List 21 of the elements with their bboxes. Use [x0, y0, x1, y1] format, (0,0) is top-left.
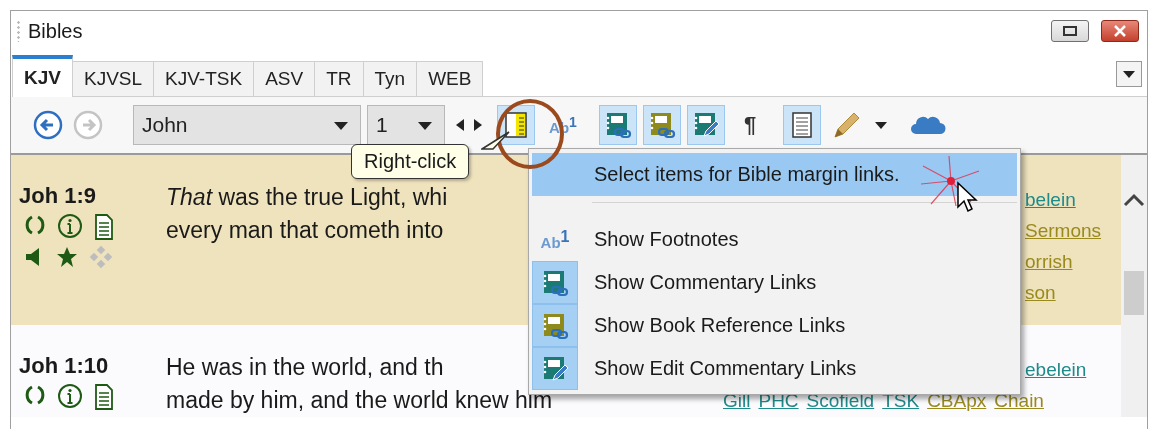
verse-reference[interactable]: Joh 1:9 — [19, 181, 166, 211]
tab[interactable]: KJV-TSK — [154, 61, 255, 97]
chapter-dropdown[interactable]: 1 — [367, 105, 445, 145]
tab[interactable]: TR — [315, 61, 364, 97]
verse-reference[interactable]: Joh 1:10 — [19, 351, 166, 381]
menu-item[interactable]: Show Commentary Links — [532, 261, 1017, 304]
menu-item[interactable]: Show Book Reference Links — [532, 304, 1017, 347]
pilcrow-button[interactable]: ¶ — [731, 105, 769, 145]
menu-item[interactable]: Select items for Bible margin links. — [532, 153, 1017, 196]
window-title: Bibles — [28, 19, 84, 43]
book-dropdown[interactable]: John — [133, 105, 361, 145]
tab[interactable]: ASV — [254, 61, 316, 97]
verse-text: That was the true Light, whi — [166, 183, 448, 212]
tab[interactable]: KJVSL — [72, 61, 155, 97]
commentary-link[interactable]: ebelein — [1025, 354, 1087, 385]
tab[interactable]: WEB — [417, 61, 484, 97]
tab[interactable]: Tyn — [363, 61, 418, 97]
tooltip: Right-click — [351, 144, 470, 179]
verse-text: He was in the world, and th — [166, 353, 444, 382]
tab[interactable]: KJV — [12, 55, 73, 97]
verse-text: every man that cometh into — [166, 216, 444, 245]
